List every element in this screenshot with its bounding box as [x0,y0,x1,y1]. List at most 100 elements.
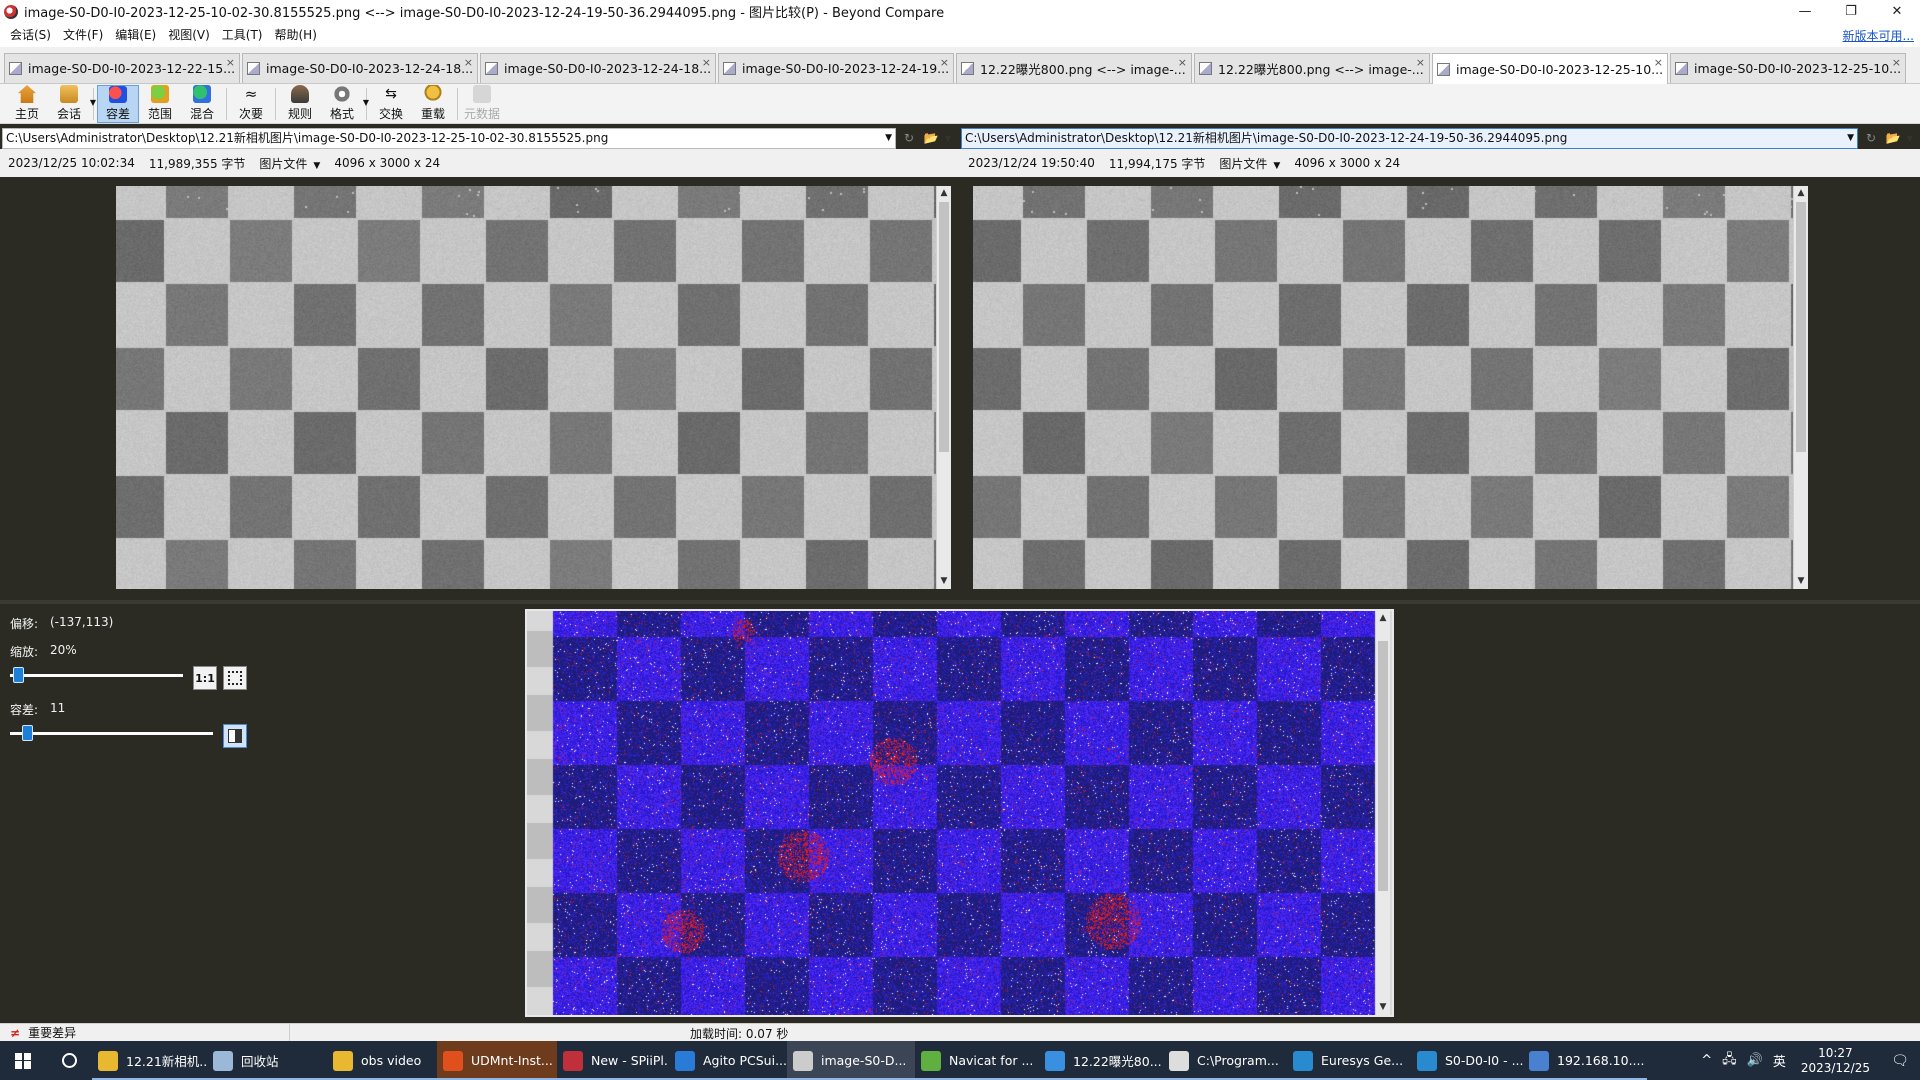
taskbar-app-13[interactable]: 192.168.10.... [1523,1041,1647,1080]
home-button[interactable]: 主页 [6,85,48,123]
menu-view[interactable]: 视图(V) [162,23,216,47]
rules-button[interactable]: 规则 [279,85,321,123]
scrollbar-thumb[interactable] [1378,641,1388,891]
restore-button[interactable]: ❐ [1828,0,1874,23]
diff-vertical-scrollbar[interactable]: ▲ ▼ [1375,611,1390,1015]
left-image-pane[interactable] [116,186,936,589]
menu-edit[interactable]: 编辑(E) [109,23,162,47]
menu-help[interactable]: 帮助(H) [269,23,323,47]
clock[interactable]: 10:27 2023/12/25 [1791,1046,1880,1076]
reload-button[interactable]: 重载 [412,85,454,123]
zoom-slider-thumb[interactable] [13,667,25,683]
tab-close-icon[interactable]: × [464,56,473,69]
taskbar-app-9[interactable]: 12.22曝光80... [1039,1041,1163,1080]
taskbar-app-7[interactable]: image-S0-D... [787,1041,915,1080]
right-image-pane[interactable] [973,186,1793,589]
minimize-button[interactable]: — [1782,0,1828,23]
tab-session-8[interactable]: image-S0-D0-I0-2023-12-25-10... × [1670,53,1906,83]
open-folder-icon[interactable]: 📂 [922,128,940,148]
tolerance-button[interactable]: 容差 [97,84,139,123]
chevron-down-icon[interactable]: ▼ [885,129,892,148]
right-file-type[interactable]: 图片文件 ▼ [1219,155,1280,172]
update-available-link[interactable]: 新版本可用... [1843,23,1914,49]
range-button[interactable]: 范围 [139,85,181,123]
right-vertical-scrollbar[interactable]: ▲ ▼ [1793,186,1808,589]
swap-button[interactable]: ⇆ 交换 [370,85,412,123]
network-icon[interactable]: 🖧 [1717,1050,1742,1072]
tab-session-2[interactable]: image-S0-D0-I0-2023-12-24-18... × [242,53,478,83]
taskbar-app-4[interactable]: UDMnt-Inst... [437,1041,557,1080]
tolerance-slider-thumb[interactable] [22,725,34,741]
tab-close-icon[interactable]: × [1892,56,1901,69]
tab-close-icon[interactable]: × [226,56,235,69]
difference-view[interactable]: ▲ ▼ [525,609,1394,1017]
actual-size-button[interactable]: 1:1 [193,666,217,690]
tab-session-6[interactable]: 12.22曝光800.png <--> image-... × [1194,53,1430,83]
scroll-up-icon[interactable]: ▲ [1794,186,1808,201]
tab-session-1[interactable]: image-S0-D0-I0-2023-12-22-15... × [4,53,240,83]
tab-session-7-active[interactable]: image-S0-D0-I0-2023-12-25-10... × [1432,53,1668,84]
metadata-button[interactable]: 元数据 [461,85,503,123]
left-vertical-scrollbar[interactable]: ▲ ▼ [936,186,951,589]
scroll-up-icon[interactable]: ▲ [1376,611,1390,626]
taskbar-app-1[interactable]: 12.21新相机... [92,1041,207,1080]
taskbar-app-11[interactable]: Euresys Ge... [1287,1041,1411,1080]
taskbar-app-6[interactable]: Agito PCSui... [669,1041,787,1080]
tab-close-icon[interactable]: × [940,56,949,69]
menu-tools[interactable]: 工具(T) [216,23,269,47]
open-folder-icon[interactable]: 📂 [1884,128,1902,148]
zoom-slider-track[interactable] [10,674,183,677]
blend-button[interactable]: 混合 [181,85,223,123]
left-file-type[interactable]: 图片文件 ▼ [259,155,320,172]
minor-button[interactable]: ≈ 次要 [230,85,272,123]
menu-session[interactable]: 会话(S) [4,23,57,47]
close-button[interactable]: ✕ [1874,0,1920,23]
taskbar-app-10[interactable]: C:\Program... [1163,1041,1287,1080]
taskbar-app-2[interactable]: 回收站 [207,1041,327,1080]
taskbar-app-8[interactable]: Navicat for ... [915,1041,1039,1080]
tab-close-icon[interactable]: × [1654,56,1663,69]
session-button[interactable]: 会话 ▼ [48,85,96,123]
chevron-down-icon[interactable]: ▼ [1847,129,1854,148]
notification-center-icon[interactable]: 🗨 [1880,1041,1920,1080]
start-button[interactable] [0,1041,46,1080]
chevron-down-icon[interactable]: ▼ [1906,128,1914,148]
scrollbar-thumb[interactable] [1796,202,1806,452]
tab-session-4[interactable]: image-S0-D0-I0-2023-12-24-19... × [718,53,954,83]
scrollbar-thumb[interactable] [939,202,949,452]
tab-close-icon[interactable]: × [702,56,711,69]
tolerance-slider-track[interactable] [10,732,213,735]
scroll-up-icon[interactable]: ▲ [937,186,951,201]
tab-session-5[interactable]: 12.22曝光800.png <--> image-... × [956,53,1192,83]
scroll-down-icon[interactable]: ▼ [937,574,951,589]
format-button[interactable]: 格式 ▼ [321,85,369,123]
scroll-down-icon[interactable]: ▼ [1376,1000,1390,1015]
input-method-indicator[interactable]: 英 [1768,1051,1791,1070]
rules-icon [291,85,309,103]
tab-session-3[interactable]: image-S0-D0-I0-2023-12-24-18... × [480,53,716,83]
right-path-input[interactable]: C:\Users\Administrator\Desktop\12.21新相机图… [961,127,1858,149]
scroll-down-icon[interactable]: ▼ [1794,574,1808,589]
chevron-down-icon[interactable]: ▼ [944,128,952,148]
difference-image[interactable] [527,611,1392,1015]
history-icon[interactable]: ↻ [1862,128,1880,148]
history-icon[interactable]: ↻ [900,128,918,148]
tolerance-color-button[interactable] [223,724,247,748]
chevron-down-icon[interactable]: ▼ [363,98,369,107]
left-checkerboard-image[interactable] [116,186,936,589]
pane-splitter[interactable] [0,600,1920,604]
menu-file[interactable]: 文件(F) [57,23,109,47]
chevron-up-icon[interactable]: ^ [1696,1053,1717,1068]
chevron-down-icon[interactable]: ▼ [90,98,96,107]
taskbar-app-3[interactable]: obs video [327,1041,437,1080]
left-path-input[interactable]: C:\Users\Administrator\Desktop\12.21新相机图… [2,127,896,149]
taskbar-app-5[interactable]: New - SPiiPl... [557,1041,669,1080]
taskbar-app-12[interactable]: S0-D0-I0 - ... [1411,1041,1523,1080]
tab-close-icon[interactable]: × [1416,56,1425,69]
fit-to-window-button[interactable] [223,666,247,690]
tab-close-icon[interactable]: × [1178,56,1187,69]
volume-icon[interactable]: 🔊 [1742,1053,1768,1068]
search-button[interactable] [46,1041,92,1080]
right-checkerboard-image[interactable] [973,186,1793,589]
window-controls: — ❐ ✕ [1782,0,1920,23]
